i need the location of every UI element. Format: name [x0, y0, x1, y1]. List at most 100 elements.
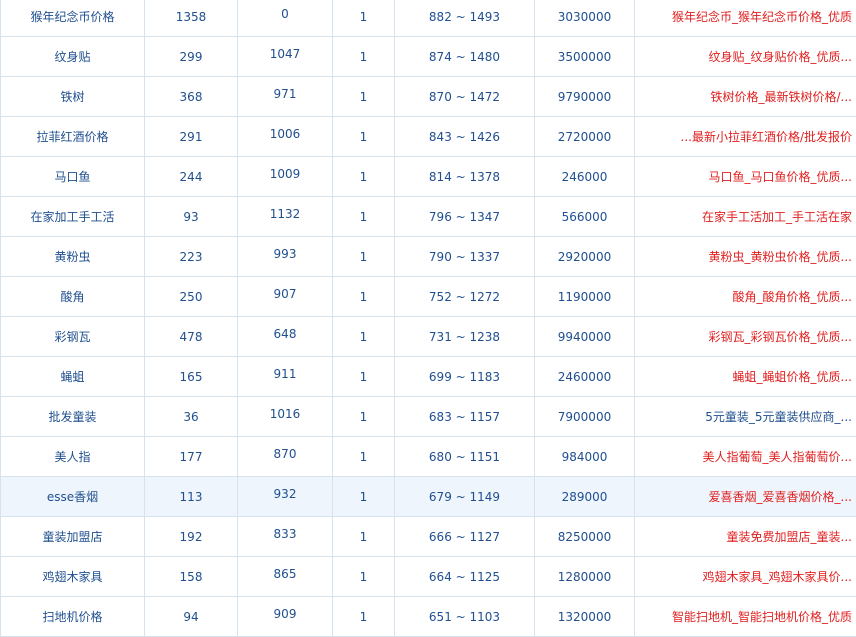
count-a-cell: 94 [145, 597, 238, 637]
count-c-cell: 1 [333, 397, 395, 437]
title-cell: 彩钢瓦_彩钢瓦价格_优质... [635, 317, 856, 357]
results-cell: 3500000 [535, 37, 635, 77]
keyword-value: 拉菲红酒价格 [36, 130, 108, 144]
count-b-value: 648 [274, 327, 297, 341]
count-a-cell: 36 [145, 397, 238, 437]
table-row[interactable]: esse香烟1139321679 ~ 1149289000爱喜香烟_爱喜香烟价格… [1, 477, 856, 517]
count-b-cell: 1009 [238, 157, 333, 197]
range-cell: 664 ~ 1125 [395, 557, 535, 597]
count-c-cell: 1 [333, 477, 395, 517]
title-link[interactable]: 蝇蛆_蝇蛆价格_优质... [733, 370, 852, 384]
count-b-cell: 648 [238, 317, 333, 357]
count-b-value: 909 [274, 607, 297, 621]
count-b-value: 833 [274, 527, 297, 541]
keyword-cell: 马口鱼 [1, 157, 145, 197]
range-value: 874 ~ 1480 [429, 50, 500, 64]
table-row[interactable]: 酸角2509071752 ~ 12721190000酸角_酸角价格_优质... [1, 277, 856, 317]
range-value: 814 ~ 1378 [429, 170, 500, 184]
title-link[interactable]: 猴年纪念币_猴年纪念币价格_优质 [672, 10, 852, 24]
count-b-value: 1009 [270, 167, 301, 181]
range-cell: 882 ~ 1493 [395, 0, 535, 37]
title-link[interactable]: 酸角_酸角价格_优质... [733, 290, 852, 304]
count-b-cell: 909 [238, 597, 333, 637]
title-link[interactable]: 童装免费加盟店_童装... [727, 530, 852, 544]
table-row[interactable]: 铁树3689711870 ~ 14729790000铁树价格_最新铁树价格/..… [1, 77, 856, 117]
results-cell: 2920000 [535, 237, 635, 277]
title-link[interactable]: 在家手工活加工_手工活在家 [702, 210, 852, 224]
title-cell: 酸角_酸角价格_优质... [635, 277, 856, 317]
table-row[interactable]: 黄粉虫2239931790 ~ 13372920000黄粉虫_黄粉虫价格_优质.… [1, 237, 856, 277]
title-link[interactable]: 纹身贴_纹身贴价格_优质... [709, 50, 852, 64]
range-value: 843 ~ 1426 [429, 130, 500, 144]
count-a-cell: 244 [145, 157, 238, 197]
title-link[interactable]: ...最新小拉菲红酒价格/批发报价 [681, 130, 853, 144]
table-row[interactable]: 蝇蛆1659111699 ~ 11832460000蝇蛆_蝇蛆价格_优质... [1, 357, 856, 397]
count-b-value: 911 [274, 367, 297, 381]
title-cell: 黄粉虫_黄粉虫价格_优质... [635, 237, 856, 277]
range-cell: 796 ~ 1347 [395, 197, 535, 237]
count-c-value: 1 [360, 330, 368, 344]
range-cell: 870 ~ 1472 [395, 77, 535, 117]
title-link[interactable]: 鸡翅木家具_鸡翅木家具价... [703, 570, 852, 584]
table-row[interactable]: 美人指1778701680 ~ 1151984000美人指葡萄_美人指葡萄价..… [1, 437, 856, 477]
count-b-cell: 0 [238, 0, 333, 37]
title-link[interactable]: 马口鱼_马口鱼价格_优质... [709, 170, 852, 184]
table-row[interactable]: 拉菲红酒价格29110061843 ~ 14262720000...最新小拉菲红… [1, 117, 856, 157]
keyword-value: 鸡翅木家具 [42, 570, 102, 584]
count-c-cell: 1 [333, 437, 395, 477]
count-a-value: 93 [183, 210, 198, 224]
table-row[interactable]: 鸡翅木家具1588651664 ~ 11251280000鸡翅木家具_鸡翅木家具… [1, 557, 856, 597]
count-c-value: 1 [360, 210, 368, 224]
title-link[interactable]: 美人指葡萄_美人指葡萄价... [703, 450, 852, 464]
title-link[interactable]: 爱喜香烟_爱喜香烟价格_... [709, 490, 852, 504]
keyword-cell: 鸡翅木家具 [1, 557, 145, 597]
title-link[interactable]: 智能扫地机_智能扫地机价格_优质 [672, 610, 852, 624]
keyword-value: 批发童装 [48, 410, 96, 424]
title-link[interactable]: 5元童装_5元童装供应商_... [705, 410, 852, 424]
count-c-value: 1 [360, 170, 368, 184]
results-value: 2920000 [558, 250, 611, 264]
title-link[interactable]: 铁树价格_最新铁树价格/... [711, 90, 853, 104]
results-cell: 1190000 [535, 277, 635, 317]
keyword-value: 美人指 [54, 450, 90, 464]
table-row[interactable]: 童装加盟店1928331666 ~ 11278250000童装免费加盟店_童装.… [1, 517, 856, 557]
keyword-table: 猴年纪念币价格135801882 ~ 14933030000猴年纪念币_猴年纪念… [0, 0, 856, 637]
table-row[interactable]: 猴年纪念币价格135801882 ~ 14933030000猴年纪念币_猴年纪念… [1, 0, 856, 37]
count-c-value: 1 [360, 250, 368, 264]
table-row[interactable]: 批发童装3610161683 ~ 115779000005元童装_5元童装供应商… [1, 397, 856, 437]
table-row[interactable]: 彩钢瓦4786481731 ~ 12389940000彩钢瓦_彩钢瓦价格_优质.… [1, 317, 856, 357]
range-value: 666 ~ 1127 [429, 530, 500, 544]
count-b-value: 971 [274, 87, 297, 101]
title-cell: 猴年纪念币_猴年纪念币价格_优质 [635, 0, 856, 37]
results-cell: 2460000 [535, 357, 635, 397]
title-link[interactable]: 黄粉虫_黄粉虫价格_优质... [709, 250, 852, 264]
count-c-cell: 1 [333, 237, 395, 277]
results-value: 2460000 [558, 370, 611, 384]
keyword-value: 童装加盟店 [42, 530, 102, 544]
keyword-cell: esse香烟 [1, 477, 145, 517]
range-cell: 790 ~ 1337 [395, 237, 535, 277]
results-value: 9790000 [558, 90, 611, 104]
count-c-value: 1 [360, 450, 368, 464]
count-a-value: 165 [180, 370, 203, 384]
table-row[interactable]: 在家加工手工活9311321796 ~ 1347566000在家手工活加工_手工… [1, 197, 856, 237]
count-b-cell: 971 [238, 77, 333, 117]
results-cell: 8250000 [535, 517, 635, 557]
table-row[interactable]: 扫地机价格949091651 ~ 11031320000智能扫地机_智能扫地机价… [1, 597, 856, 637]
count-b-cell: 1006 [238, 117, 333, 157]
count-a-value: 291 [180, 130, 203, 144]
title-link[interactable]: 彩钢瓦_彩钢瓦价格_优质... [709, 330, 852, 344]
keyword-value: 马口鱼 [54, 170, 90, 184]
title-cell: 纹身贴_纹身贴价格_优质... [635, 37, 856, 77]
keyword-value: 扫地机价格 [42, 610, 102, 624]
range-value: 683 ~ 1157 [429, 410, 500, 424]
title-cell: 铁树价格_最新铁树价格/... [635, 77, 856, 117]
keyword-cell: 美人指 [1, 437, 145, 477]
count-c-cell: 1 [333, 557, 395, 597]
count-a-value: 113 [180, 490, 203, 504]
count-c-value: 1 [360, 290, 368, 304]
results-cell: 289000 [535, 477, 635, 517]
table-row[interactable]: 马口鱼24410091814 ~ 1378246000马口鱼_马口鱼价格_优质.… [1, 157, 856, 197]
title-cell: 美人指葡萄_美人指葡萄价... [635, 437, 856, 477]
table-row[interactable]: 纹身贴29910471874 ~ 14803500000纹身贴_纹身贴价格_优质… [1, 37, 856, 77]
